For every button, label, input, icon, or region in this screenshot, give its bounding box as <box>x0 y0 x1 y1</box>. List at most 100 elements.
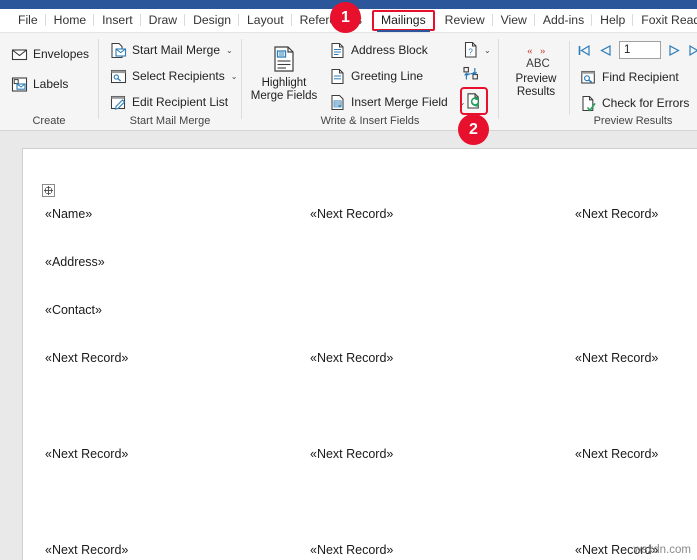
tab-layout[interactable]: Layout <box>239 11 292 30</box>
envelope-icon <box>11 46 28 63</box>
check-for-errors-button[interactable]: Check for Errors <box>577 92 692 114</box>
next-record-icon[interactable] <box>667 43 682 58</box>
tab-view[interactable]: View <box>493 11 536 30</box>
svg-text:«: « <box>527 45 533 57</box>
tab-mailings-label: Mailings <box>380 13 426 27</box>
edit-recipient-list-icon <box>110 94 127 111</box>
group-label-start-mail-merge: Start Mail Merge <box>129 115 211 127</box>
select-recipients-icon <box>110 68 127 85</box>
ribbon-group-preview-results: « » ABC Preview Results 1 Find Recipient… <box>499 33 697 131</box>
update-labels-button[interactable] <box>460 87 488 115</box>
word-mailings-window: File Home Insert Draw Design Layout Refe… <box>0 0 697 560</box>
svg-text:?: ? <box>468 48 473 57</box>
preview-inner-separator <box>569 41 570 115</box>
edit-recipient-list-button[interactable]: Edit Recipient List <box>107 91 240 113</box>
tab-design[interactable]: Design <box>185 11 239 30</box>
merge-field[interactable]: «Next Record» <box>575 447 658 461</box>
ribbon-body: Envelopes Labels Create Start Mail Merge… <box>0 33 697 131</box>
previous-record-icon[interactable] <box>598 43 613 58</box>
first-record-icon[interactable] <box>577 43 592 58</box>
merge-field[interactable]: «Next Record» <box>575 207 658 221</box>
group-label-preview-results: Preview Results <box>593 115 673 127</box>
svg-text:»: » <box>540 45 546 57</box>
preview-results-button[interactable]: « » ABC Preview Results <box>505 39 567 99</box>
merge-field[interactable]: «Address» <box>45 255 105 269</box>
site-watermark: wsxdn.com <box>633 544 691 556</box>
labels-label: Labels <box>33 77 69 91</box>
tab-active-underline <box>376 30 430 32</box>
annotation-badge-2: 2 <box>458 114 489 145</box>
highlight-merge-fields-button[interactable]: Highlight Merge Fields <box>248 39 320 103</box>
greeting-line-icon <box>329 68 346 85</box>
tab-add-ins[interactable]: Add-ins <box>535 11 593 30</box>
match-fields-button[interactable] <box>460 63 491 85</box>
group-label-create: Create <box>32 115 66 127</box>
rules-button[interactable]: ? ⌄ <box>460 39 491 61</box>
preview-results-abc-icon: « » ABC <box>521 44 551 70</box>
tab-foxit-reader[interactable]: Foxit Reader <box>633 11 697 30</box>
merge-field[interactable]: «Next Record» <box>310 543 393 557</box>
check-for-errors-label: Check for Errors <box>602 96 690 110</box>
tab-help[interactable]: Help <box>592 11 634 30</box>
document-page[interactable]: «Name» «Next Record» «Next Record» «Addr… <box>22 148 697 560</box>
start-mail-merge-button[interactable]: Start Mail Merge ⌄ <box>107 39 240 61</box>
svg-text:ABC: ABC <box>526 58 550 70</box>
tab-mailings[interactable]: Mailings <box>371 10 435 32</box>
document-canvas[interactable]: «Name» «Next Record» «Next Record» «Addr… <box>0 131 697 560</box>
merge-field[interactable]: «Name» <box>45 207 92 221</box>
insert-merge-field-icon <box>329 94 346 111</box>
highlight-merge-fields-label-2: Merge Fields <box>250 90 318 102</box>
chevron-down-icon[interactable]: ⌄ <box>231 72 238 81</box>
highlight-merge-fields-label-1: Highlight <box>261 77 307 89</box>
envelopes-button[interactable]: Envelopes <box>8 43 92 65</box>
greeting-line-button[interactable]: Greeting Line <box>326 65 468 87</box>
labels-icon <box>11 76 28 93</box>
highlight-merge-fields-icon <box>269 44 299 74</box>
chevron-down-icon[interactable]: ⌄ <box>226 46 233 55</box>
ribbon-group-write-insert-fields: Highlight Merge Fields Address Block Gre… <box>242 33 498 131</box>
edit-recipient-list-label: Edit Recipient List <box>132 95 229 109</box>
merge-field[interactable]: «Next Record» <box>575 351 658 365</box>
labels-button[interactable]: Labels <box>8 73 92 95</box>
select-recipients-label: Select Recipients <box>132 69 225 83</box>
address-block-label: Address Block <box>351 43 428 57</box>
merge-field[interactable]: «Next Record» <box>45 543 128 557</box>
merge-field[interactable]: «Next Record» <box>310 351 393 365</box>
ribbon-group-start-mail-merge: Start Mail Merge ⌄ Select Recipients ⌄ E… <box>99 33 241 131</box>
merge-field[interactable]: «Next Record» <box>310 447 393 461</box>
match-fields-icon <box>460 63 482 85</box>
start-mail-merge-label: Start Mail Merge <box>132 43 221 57</box>
start-mail-merge-icon <box>110 42 127 59</box>
chevron-down-icon[interactable]: ⌄ <box>484 46 491 55</box>
tab-draw[interactable]: Draw <box>141 11 186 30</box>
merge-field[interactable]: «Contact» <box>45 303 102 317</box>
preview-results-label-1: Preview <box>515 73 557 85</box>
address-block-button[interactable]: Address Block <box>326 39 468 61</box>
last-record-icon[interactable] <box>688 43 697 58</box>
select-recipients-button[interactable]: Select Recipients ⌄ <box>107 65 240 87</box>
record-navigation: 1 <box>577 41 697 59</box>
greeting-line-label: Greeting Line <box>351 69 424 83</box>
tab-insert[interactable]: Insert <box>94 11 142 30</box>
merge-field[interactable]: «Next Record» <box>310 207 393 221</box>
rules-icon: ? <box>460 39 482 61</box>
annotation-badge-1: 1 <box>330 2 361 33</box>
find-recipient-button[interactable]: Find Recipient <box>577 66 692 88</box>
ribbon-group-create: Envelopes Labels Create <box>0 33 98 131</box>
merge-field[interactable]: «Next Record» <box>45 447 128 461</box>
find-recipient-icon <box>580 69 597 86</box>
tab-file[interactable]: File <box>10 11 46 30</box>
check-for-errors-icon <box>580 95 597 112</box>
table-move-handle[interactable] <box>42 184 55 197</box>
tab-home[interactable]: Home <box>46 11 95 30</box>
preview-results-label-2: Results <box>516 86 556 98</box>
tab-review[interactable]: Review <box>437 11 493 30</box>
update-labels-icon <box>463 90 485 112</box>
insert-merge-field-button[interactable]: Insert Merge Field ⌄ <box>326 91 468 113</box>
insert-merge-field-label: Insert Merge Field <box>351 95 448 109</box>
envelopes-label: Envelopes <box>33 47 90 61</box>
record-number-input[interactable]: 1 <box>619 41 661 59</box>
address-block-icon <box>329 42 346 59</box>
merge-field[interactable]: «Next Record» <box>45 351 128 365</box>
find-recipient-label: Find Recipient <box>602 70 679 84</box>
